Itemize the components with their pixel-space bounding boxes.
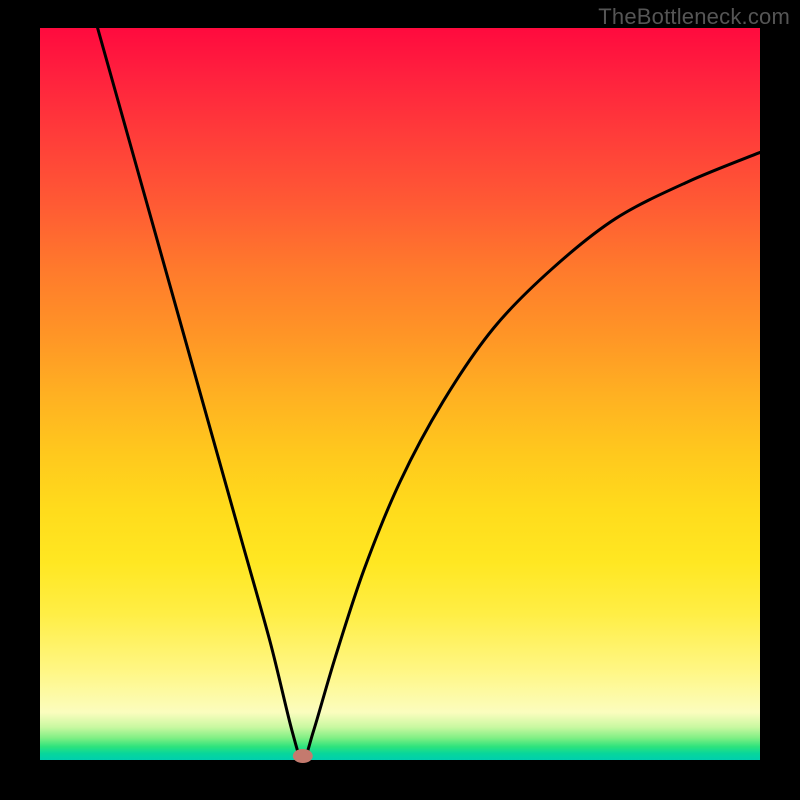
curve-layer (40, 28, 760, 760)
watermark-text: TheBottleneck.com (598, 4, 790, 30)
chart-frame: TheBottleneck.com (0, 0, 800, 800)
bottleneck-curve (98, 28, 760, 760)
optimal-marker (293, 749, 313, 763)
plot-area (40, 28, 760, 760)
